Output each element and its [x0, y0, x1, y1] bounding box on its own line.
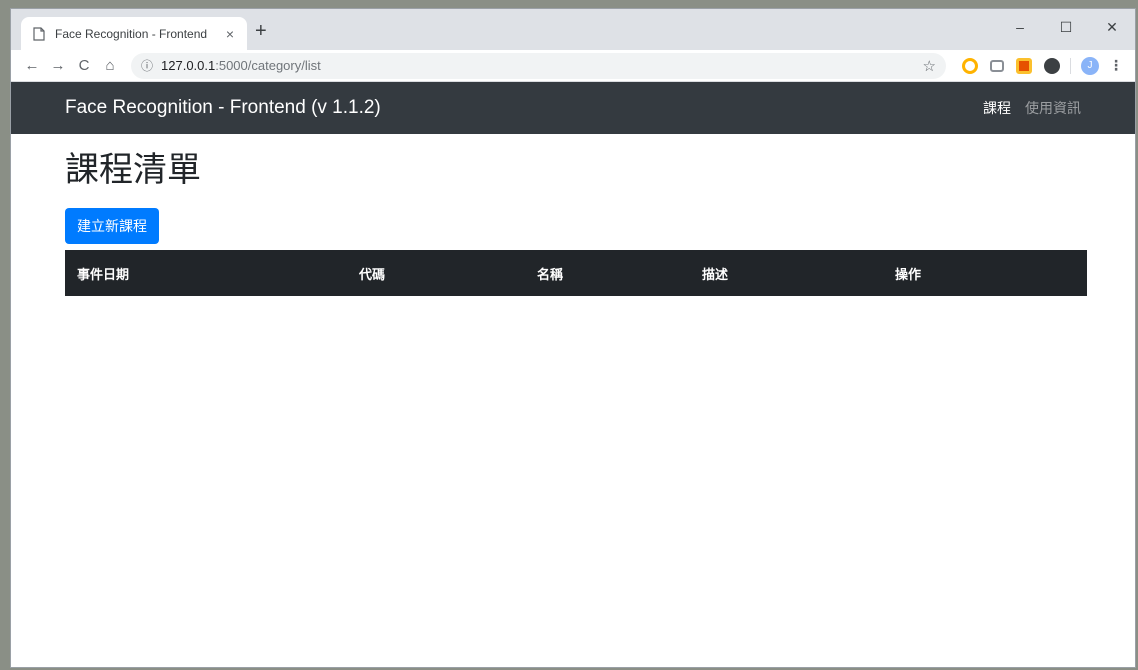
course-table: 事件日期 代碼 名稱 描述 操作 [65, 250, 1087, 296]
column-header-description: 描述 [690, 250, 883, 296]
window-controls: – ☐ ✕ [997, 13, 1135, 41]
maximize-button[interactable]: ☐ [1043, 13, 1089, 41]
browser-window: Face Recognition - Frontend × + – ☐ ✕ ← … [10, 8, 1136, 668]
column-header-name: 名稱 [525, 250, 690, 296]
url-path: :5000/category/list [215, 58, 321, 73]
forward-button[interactable]: → [45, 57, 71, 74]
info-icon[interactable]: ⓘ [141, 57, 153, 74]
home-button[interactable]: ⌂ [97, 57, 123, 74]
navbar-brand[interactable]: Face Recognition - Frontend (v 1.1.2) [65, 97, 381, 119]
extensions-area: J ⋮ [956, 56, 1127, 75]
nav-link-courses[interactable]: 課程 [983, 98, 1011, 118]
address-bar[interactable]: ⓘ 127.0.0.1 :5000/category/list ☆ [131, 52, 946, 79]
create-course-button[interactable]: 建立新課程 [65, 208, 159, 244]
main-content: 課程清單 建立新課程 事件日期 代碼 名稱 描述 操作 [11, 134, 1135, 296]
reload-button[interactable]: C [71, 57, 97, 74]
nav-link-usage-info[interactable]: 使用資訊 [1025, 98, 1081, 118]
extension-icon[interactable] [1044, 57, 1060, 74]
browser-toolbar: ← → C ⌂ ⓘ 127.0.0.1 :5000/category/list … [11, 50, 1135, 82]
document-icon [33, 26, 45, 41]
tab-close-icon[interactable]: × [221, 26, 239, 42]
site-navbar: Face Recognition - Frontend (v 1.1.2) 課程… [11, 82, 1135, 134]
column-header-code: 代碼 [347, 250, 525, 296]
page-title: 課程清單 [65, 151, 201, 189]
column-header-event-date: 事件日期 [65, 250, 347, 296]
table-header-row: 事件日期 代碼 名稱 描述 操作 [65, 250, 1087, 296]
tab-strip: Face Recognition - Frontend × + – ☐ ✕ [11, 9, 1135, 50]
navbar-links: 課程 使用資訊 [983, 98, 1081, 118]
toolbar-divider [1070, 57, 1071, 74]
tab-title: Face Recognition - Frontend [55, 26, 208, 41]
close-window-button[interactable]: ✕ [1089, 13, 1135, 41]
url-host: 127.0.0.1 [161, 58, 216, 73]
extension-icon[interactable] [962, 57, 978, 74]
extension-icon[interactable] [1016, 57, 1032, 74]
back-button[interactable]: ← [19, 57, 45, 74]
profile-avatar[interactable]: J [1081, 56, 1099, 75]
browser-tab[interactable]: Face Recognition - Frontend × [21, 17, 247, 50]
bookmark-star-icon[interactable]: ☆ [923, 57, 936, 75]
browser-menu-icon[interactable]: ⋮ [1109, 57, 1123, 74]
column-header-actions: 操作 [883, 250, 1087, 296]
minimize-button[interactable]: – [997, 13, 1043, 41]
new-tab-button[interactable]: + [255, 21, 267, 41]
camera-extension-icon[interactable] [990, 59, 1004, 72]
